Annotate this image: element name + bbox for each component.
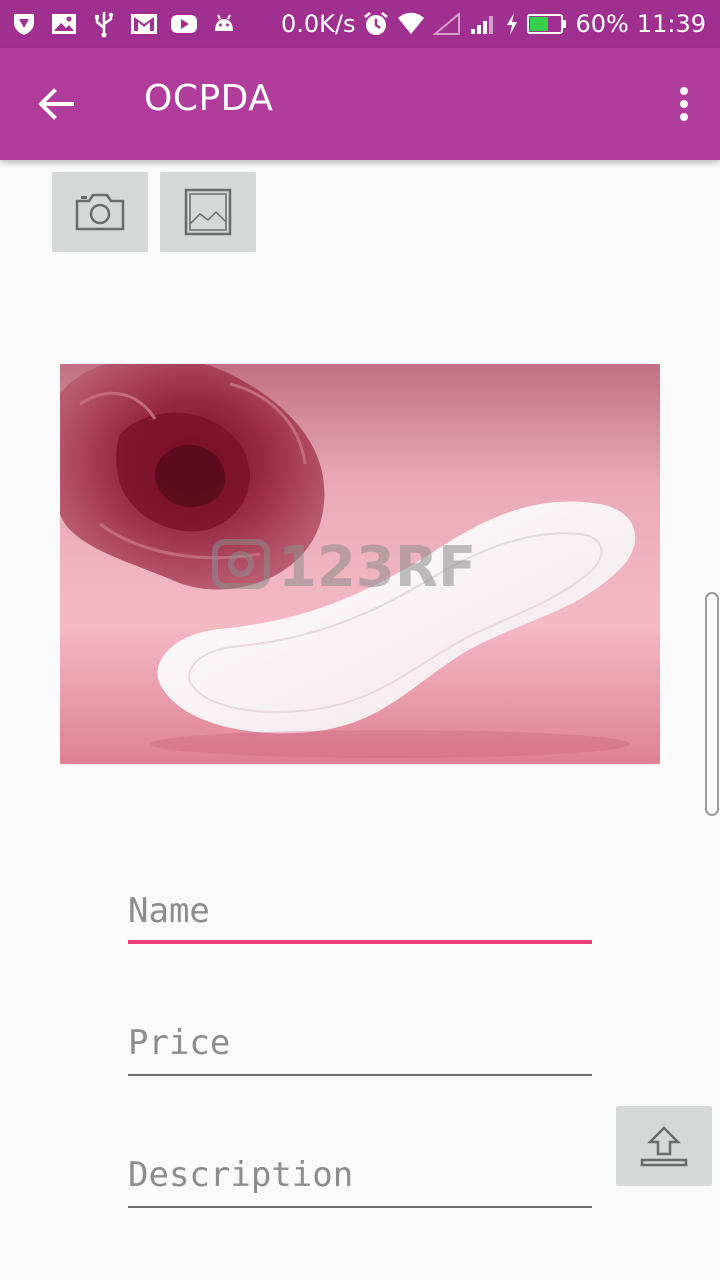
price-field	[128, 1016, 592, 1076]
status-bar: 0.0K/s 60% 11:39	[0, 0, 720, 48]
wifi-icon	[397, 12, 425, 36]
more-vertical-icon	[680, 87, 688, 121]
watermark-text: 123RF	[278, 535, 476, 600]
screen: 0.0K/s 60% 11:39 OCPDA 123RF Name Price …	[0, 0, 720, 1280]
product-image: 123RF	[60, 364, 660, 764]
battery-icon	[527, 13, 567, 35]
back-button[interactable]	[32, 80, 80, 128]
signal-icon	[469, 12, 497, 36]
overflow-menu-button[interactable]	[668, 80, 700, 128]
charging-icon	[505, 12, 519, 36]
system-indicators: 0.0K/s 60% 11:39	[281, 0, 706, 48]
battery-percent: 60%	[575, 10, 629, 38]
price-input[interactable]	[128, 1016, 592, 1076]
camera-icon	[75, 193, 125, 231]
usb-icon	[90, 10, 118, 38]
image-icon	[184, 188, 232, 236]
upload-button[interactable]	[616, 1106, 712, 1186]
description-field	[128, 1148, 592, 1208]
android-icon	[210, 10, 238, 38]
name-input[interactable]	[128, 884, 592, 944]
arrow-left-icon	[38, 88, 74, 120]
image-notification-icon	[50, 10, 78, 38]
gallery-button[interactable]	[160, 172, 256, 252]
shield-app-icon	[10, 10, 38, 38]
name-field	[128, 884, 592, 944]
youtube-icon	[170, 10, 198, 38]
name-underline	[128, 940, 592, 944]
alarm-icon	[363, 11, 389, 37]
page-title: OCPDA	[144, 78, 274, 119]
description-input[interactable]	[128, 1148, 592, 1208]
product-photo: 123RF	[60, 364, 660, 764]
scrollbar[interactable]	[705, 592, 719, 816]
signal-empty-icon	[433, 12, 461, 36]
app-bar: OCPDA	[0, 48, 720, 160]
camera-button[interactable]	[52, 172, 148, 252]
upload-icon	[640, 1126, 688, 1167]
notification-icons	[10, 8, 238, 40]
network-speed: 0.0K/s	[280, 10, 356, 38]
gmail-icon	[130, 10, 158, 38]
price-underline	[128, 1074, 592, 1076]
clock: 11:39	[636, 10, 706, 38]
description-underline	[128, 1206, 592, 1208]
